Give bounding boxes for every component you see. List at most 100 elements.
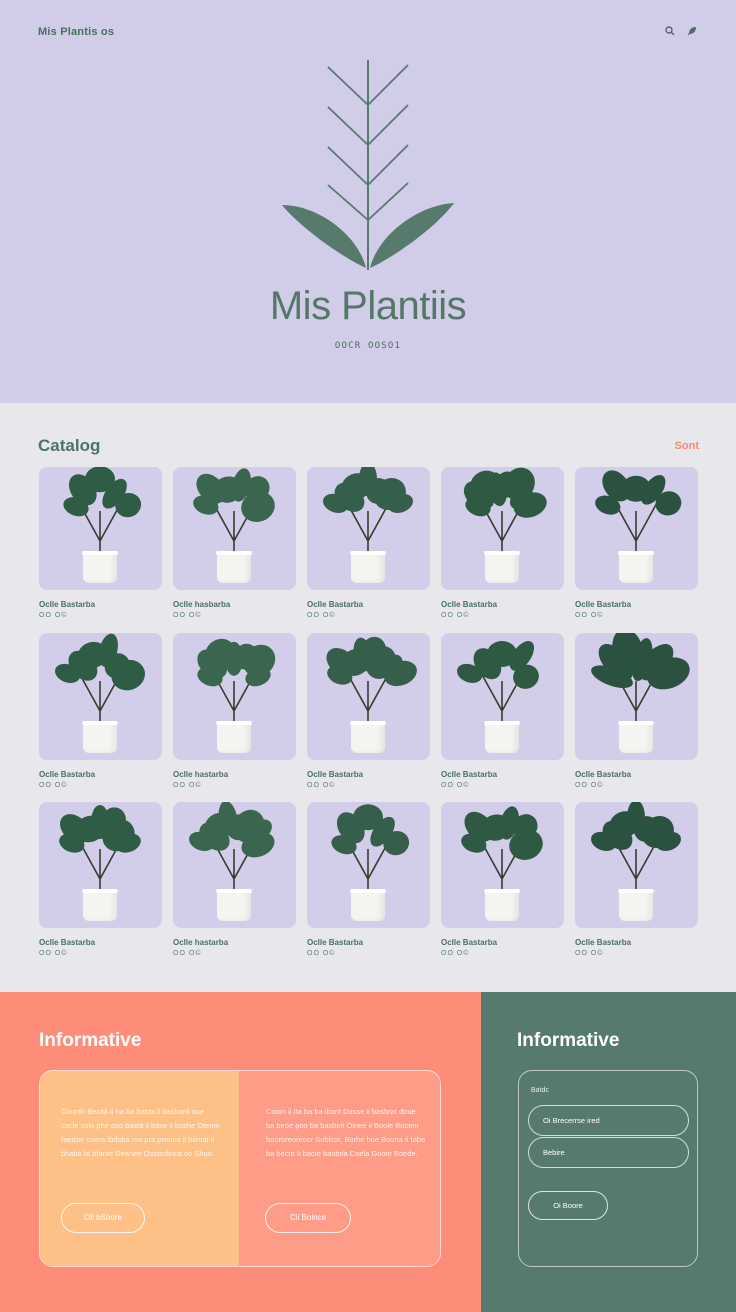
form-input-2[interactable]: Bebire bbox=[528, 1137, 689, 1168]
product-price: OO O© bbox=[307, 950, 336, 957]
info-button-1[interactable]: Oli bSoore bbox=[61, 1203, 145, 1233]
product-image[interactable] bbox=[307, 467, 430, 590]
product-image[interactable] bbox=[39, 802, 162, 928]
plant-pot bbox=[350, 889, 386, 921]
product-card[interactable]: Oclle Bastarba OO O© bbox=[575, 633, 698, 789]
info-column-1: Coonth Becitit Il ha ba basta il basbard… bbox=[40, 1071, 239, 1266]
form-label: Batdc bbox=[531, 1087, 549, 1094]
catalog-title: Catalog bbox=[38, 436, 101, 455]
plant-pot bbox=[350, 551, 386, 583]
product-image[interactable] bbox=[441, 633, 564, 760]
product-card[interactable]: Oclle Bastarba OO O© bbox=[307, 802, 430, 957]
product-name[interactable]: Oclle Bastarba bbox=[307, 600, 430, 609]
info-section-left: Informative Coonth Becitit Il ha ba bast… bbox=[0, 992, 481, 1312]
form-input-1[interactable]: Oi Brecerrse ired bbox=[528, 1105, 689, 1136]
plant-pot bbox=[484, 889, 520, 921]
product-price: OO O© bbox=[575, 782, 604, 789]
info-text-1: Coonth Becitit Il ha ba basta il basbard… bbox=[61, 1107, 220, 1158]
product-price: OO O© bbox=[307, 782, 336, 789]
info-title-right: Informative bbox=[517, 1030, 620, 1051]
product-image[interactable] bbox=[441, 467, 564, 590]
product-card[interactable]: Oclle Bastarba OO O© bbox=[39, 467, 162, 619]
product-name[interactable]: Oclle Bastarba bbox=[441, 938, 564, 947]
contact-form: Batdc Oi Brecerrse ired Bebire Oi Boore bbox=[518, 1070, 698, 1267]
product-price: OO O© bbox=[173, 782, 202, 789]
product-name[interactable]: Oclle Bastarba bbox=[307, 938, 430, 947]
product-image[interactable] bbox=[173, 633, 296, 760]
plant-pot bbox=[216, 721, 252, 753]
product-image[interactable] bbox=[441, 802, 564, 928]
info-text-2: Coom ii Ita ba ba ibarit Dasse ii basbra… bbox=[266, 1107, 426, 1158]
plant-pot bbox=[618, 551, 654, 583]
product-price: OO O© bbox=[441, 612, 470, 619]
plant-pot bbox=[350, 721, 386, 753]
product-price: OO O© bbox=[39, 612, 68, 619]
product-image[interactable] bbox=[173, 802, 296, 928]
product-price: OO O© bbox=[441, 950, 470, 957]
product-price: OO O© bbox=[173, 950, 202, 957]
product-card[interactable]: Oclle Bastarba OO O© bbox=[575, 802, 698, 957]
product-card[interactable]: Oclle Bastarba OO O© bbox=[441, 802, 564, 957]
product-card[interactable]: Oclle hasbarba OO O© bbox=[173, 467, 296, 619]
catalog-section: Catalog Sont Oclle Bastarba OO O© Oclle ha… bbox=[0, 403, 736, 992]
info-title-left: Informative bbox=[39, 1030, 142, 1051]
product-name[interactable]: Oclle hastarba bbox=[173, 938, 296, 947]
product-name[interactable]: Oclle Bastarba bbox=[441, 770, 564, 779]
product-image[interactable] bbox=[307, 802, 430, 928]
info-button-2[interactable]: Cii Boince bbox=[265, 1203, 351, 1233]
product-card[interactable]: Oclle Bastarba OO O© bbox=[307, 467, 430, 619]
product-image[interactable] bbox=[575, 802, 698, 928]
hero-title: Mis Plantiis bbox=[269, 284, 467, 328]
product-card[interactable]: Oclle Bastarba OO O© bbox=[441, 633, 564, 789]
product-name[interactable]: Oclle Bastarba bbox=[441, 600, 564, 609]
product-price: OO O© bbox=[441, 782, 470, 789]
info-column-2: Coom ii Ita ba ba ibarit Dasse ii basbra… bbox=[239, 1071, 440, 1266]
product-name[interactable]: Oclle Bastarba bbox=[307, 770, 430, 779]
product-card[interactable]: Oclle Bastarba OO O© bbox=[441, 467, 564, 619]
info-section-right: Informative Batdc Oi Brecerrse ired Bebi… bbox=[481, 992, 736, 1312]
product-image[interactable] bbox=[39, 467, 162, 590]
plant-pot bbox=[484, 551, 520, 583]
product-price: OO O© bbox=[39, 782, 68, 789]
product-name[interactable]: Oclle Bastarba bbox=[39, 770, 162, 779]
product-price: OO O© bbox=[307, 612, 336, 619]
plant-pot bbox=[618, 721, 654, 753]
product-card[interactable]: Oclle Bastarba OO O© bbox=[39, 802, 162, 957]
top-icons bbox=[664, 26, 698, 38]
product-card[interactable]: Oclle hastarba OO O© bbox=[173, 802, 296, 957]
product-name[interactable]: Oclle Bastarba bbox=[575, 938, 698, 947]
product-image[interactable] bbox=[39, 633, 162, 760]
product-card[interactable]: Oclle hastarba OO O© bbox=[173, 633, 296, 789]
product-price: OO O© bbox=[575, 612, 604, 619]
product-image[interactable] bbox=[575, 633, 698, 760]
plant-pot bbox=[216, 889, 252, 921]
product-name[interactable]: Oclle hasbarba bbox=[173, 600, 296, 609]
product-name[interactable]: Oclle Bastarba bbox=[575, 770, 698, 779]
product-name[interactable]: Oclle Bastarba bbox=[39, 938, 162, 947]
product-card[interactable]: Oclle Bastarba OO O© bbox=[307, 633, 430, 789]
product-name[interactable]: Oclle hastarba bbox=[173, 770, 296, 779]
hero-section: Mis Plantis os Mis Plantiis OOCR OOSO1 bbox=[0, 0, 736, 403]
product-price: OO O© bbox=[173, 612, 202, 619]
product-image[interactable] bbox=[575, 467, 698, 590]
product-name[interactable]: Oclle Bastarba bbox=[39, 600, 162, 609]
plant-pot bbox=[82, 551, 118, 583]
form-submit-button[interactable]: Oi Boore bbox=[528, 1191, 608, 1220]
brand-name[interactable]: Mis Plantis os bbox=[38, 26, 114, 38]
product-card[interactable]: Oclle Bastarba OO O© bbox=[39, 633, 162, 789]
product-image[interactable] bbox=[173, 467, 296, 590]
plant-pot bbox=[82, 721, 118, 753]
hero-subtitle: OOCR OOSO1 bbox=[334, 341, 402, 351]
leaf-icon[interactable] bbox=[686, 26, 698, 38]
product-name[interactable]: Oclle Bastarba bbox=[575, 600, 698, 609]
search-icon[interactable] bbox=[664, 26, 676, 38]
catalog-sort-link[interactable]: Sont bbox=[675, 440, 699, 452]
plant-pot bbox=[484, 721, 520, 753]
plant-pot bbox=[216, 551, 252, 583]
product-price: OO O© bbox=[575, 950, 604, 957]
product-price: OO O© bbox=[39, 950, 68, 957]
plant-pot bbox=[82, 889, 118, 921]
product-image[interactable] bbox=[307, 633, 430, 760]
product-card[interactable]: Oclle Bastarba OO O© bbox=[575, 467, 698, 619]
plant-pot bbox=[618, 889, 654, 921]
